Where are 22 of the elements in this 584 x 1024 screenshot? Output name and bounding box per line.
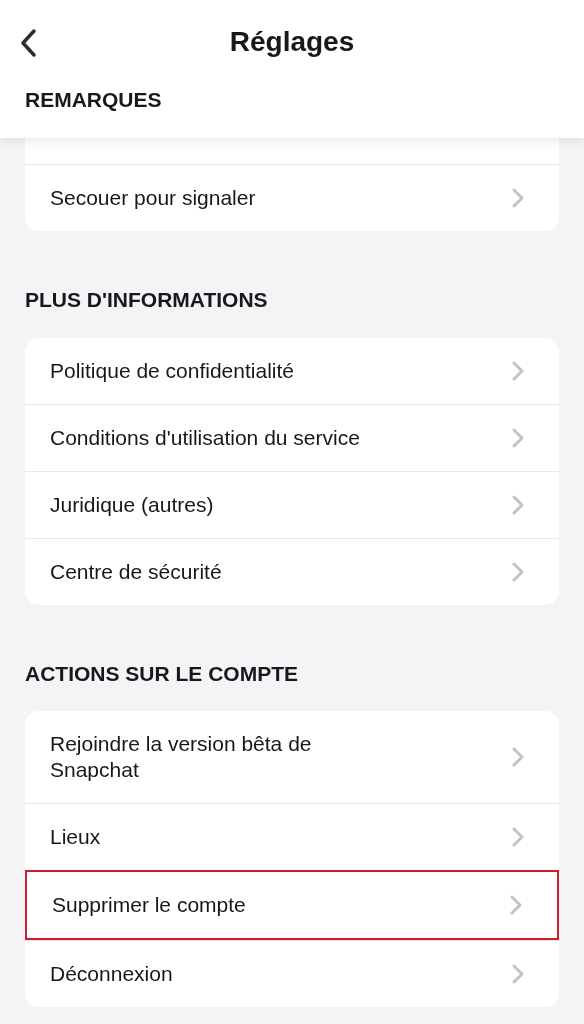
- chevron-right-icon: [512, 561, 524, 582]
- chevron-right-icon: [510, 895, 522, 915]
- back-icon: [19, 28, 37, 58]
- chevron-right-icon: [512, 188, 524, 208]
- settings-row[interactable]: Conditions d'utilisation du service: [25, 403, 559, 471]
- section-title: PLUS D'INFORMATIONS: [24, 287, 269, 313]
- chevron-right-icon: [512, 494, 524, 515]
- chevron-right-icon: [512, 827, 524, 847]
- settings-row[interactable]: Secouer pour signaler: [25, 165, 559, 231]
- chevron-right-icon: [512, 360, 524, 381]
- settings-row[interactable]: Centre de sécurité: [25, 537, 559, 605]
- chevron-right-icon: [512, 747, 524, 767]
- settings-row[interactable]: Rejoindre la version bêta de Snapchat: [25, 711, 559, 803]
- settings-row[interactable]: Juridique (autres): [25, 470, 559, 538]
- settings-row[interactable]: Supprimer le compte: [25, 870, 559, 940]
- page-title: Réglages: [229, 25, 355, 59]
- section-title: ACTIONS SUR LE COMPTE: [24, 660, 299, 687]
- section-title: REMARQUES: [24, 87, 163, 113]
- settings-row[interactable]: Politique de confidentialité: [25, 337, 559, 404]
- chevron-right-icon: [512, 427, 524, 448]
- settings-row[interactable]: Déconnexion: [25, 940, 559, 1007]
- chevron-right-icon: [512, 964, 524, 984]
